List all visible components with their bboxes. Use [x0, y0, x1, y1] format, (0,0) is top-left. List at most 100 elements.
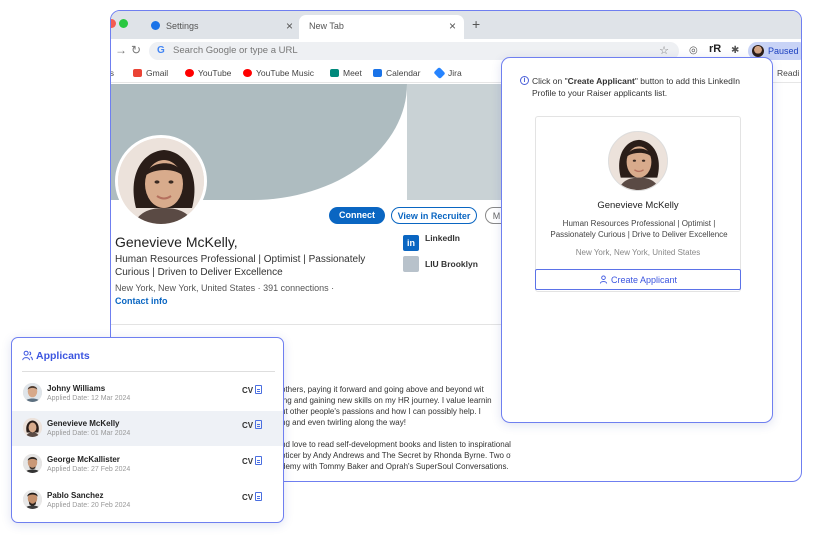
applicants-divider	[22, 371, 275, 372]
applicant-name: Pablo Sanchez	[47, 491, 104, 500]
bookmark-star-icon[interactable]: ☆	[659, 44, 669, 57]
cv-label: CV	[242, 421, 254, 430]
profile-connections[interactable]: 391 connections	[263, 283, 329, 293]
applicant-avatar	[23, 418, 42, 437]
card-name: Genevieve McKelly	[597, 200, 679, 211]
applicant-name: Genevieve McKelly	[47, 419, 120, 428]
profile-location-line: New York, New York, United States · 391 …	[115, 283, 334, 293]
separator: ·	[331, 283, 335, 293]
tab-label: New Tab	[309, 21, 344, 31]
about-text-line: others, paying it forward and going abov…	[281, 385, 484, 394]
about-text-line: ing and gaining new skills on my HR jour…	[281, 396, 492, 405]
raiser-extension-popup: i Click on "Create Applicant" button to …	[501, 57, 773, 423]
school-logo-icon	[403, 256, 419, 272]
about-text-line: demy with Tommy Baker and Oprah's SuperS…	[281, 462, 509, 471]
card-headline: Human Resources Professional | Optimist …	[550, 219, 728, 239]
document-icon[interactable]	[255, 456, 262, 465]
youtube-icon	[185, 69, 194, 77]
forward-arrow-icon[interactable]: →	[115, 43, 127, 57]
profile-status: Paused	[768, 46, 799, 56]
youtube-music-icon	[243, 69, 252, 77]
create-applicant-button[interactable]: Create Applicant	[535, 269, 741, 290]
profile-location: New York, New York, United States	[115, 283, 256, 293]
about-text-line: ut other people's passions and how I can…	[281, 407, 481, 416]
maximize-window-dot[interactable]	[119, 19, 128, 28]
create-applicant-label: Create Applicant	[610, 275, 678, 285]
man-portrait-icon	[23, 454, 42, 473]
info-bold: Create Applicant	[567, 76, 635, 86]
applicant-avatar	[23, 454, 42, 473]
contact-info-link[interactable]: Contact info	[115, 296, 168, 306]
users-icon	[22, 350, 33, 361]
applicant-row-selected[interactable]: Genevieve McKelly Applied Date: 01 Mar 2…	[12, 411, 283, 446]
raiser-extension-icon[interactable]: rR	[709, 43, 721, 55]
document-icon[interactable]	[255, 385, 262, 394]
info-icon: i	[520, 76, 529, 85]
applicant-avatar	[23, 383, 42, 402]
cv-label: CV	[242, 493, 254, 502]
bookmark-youtube[interactable]: YouTube	[185, 68, 231, 78]
close-window-dot[interactable]	[111, 19, 116, 28]
cv-label: CV	[242, 457, 254, 466]
profile-preview-card: Genevieve McKelly Human Resources Profes…	[535, 116, 741, 292]
close-tab-icon[interactable]: ×	[449, 19, 456, 33]
bookmark-gmail[interactable]: Gmail	[133, 68, 168, 78]
about-text-line: nd love to read self-development books a…	[281, 440, 511, 449]
applied-date: Applied Date: 27 Feb 2024	[47, 466, 131, 473]
reload-icon[interactable]: ↻	[131, 43, 141, 57]
profile-cover-image-right	[407, 84, 507, 200]
about-text-line: ng and even twirling along the way!	[281, 418, 406, 427]
cv-label: CV	[242, 386, 254, 395]
gear-icon	[151, 21, 160, 30]
applicant-name: George McKallister	[47, 455, 120, 464]
tab-settings[interactable]: Settings ×	[141, 15, 301, 39]
woman-portrait-icon	[118, 138, 204, 224]
about-text-line: oticer by Andy Andrews and The Secret by…	[281, 451, 511, 460]
close-tab-icon[interactable]: ×	[286, 19, 293, 33]
jira-icon	[433, 66, 446, 80]
bookmark-meet[interactable]: Meet	[330, 68, 362, 78]
woman-portrait-icon	[609, 132, 667, 190]
puzzle-icon[interactable]: ✱	[731, 45, 739, 56]
man-portrait-icon	[23, 490, 42, 509]
gmail-icon	[133, 69, 142, 77]
profile-avatar	[752, 45, 764, 57]
google-icon: G	[157, 45, 165, 56]
meet-icon	[330, 69, 339, 77]
org-linkedin[interactable]: in LinkedIn	[403, 233, 460, 251]
profile-photo[interactable]	[115, 135, 207, 227]
bookmark-youtube-music[interactable]: YouTube Music	[243, 68, 314, 78]
bookmark-apps[interactable]: ps	[111, 68, 114, 78]
applicant-name: Johny Williams	[47, 384, 106, 393]
address-placeholder: Search Google or type a URL	[173, 45, 298, 56]
applicant-row[interactable]: Johny Williams Applied Date: 12 Mar 2024…	[12, 376, 283, 411]
document-icon[interactable]	[255, 492, 262, 501]
linkedin-logo-icon: in	[403, 235, 419, 251]
bookmark-calendar[interactable]: Calendar	[373, 68, 421, 78]
applicants-panel: Applicants Johny Williams Applied Date: …	[11, 337, 284, 523]
profile-name: Genevieve McKelly,	[115, 234, 238, 250]
applicant-avatar	[23, 490, 42, 509]
connect-button[interactable]: Connect	[329, 207, 385, 224]
tab-new-tab[interactable]: New Tab ×	[299, 15, 464, 39]
applicant-row[interactable]: George McKallister Applied Date: 27 Feb …	[12, 447, 283, 482]
applied-date: Applied Date: 20 Feb 2024	[47, 502, 131, 509]
extension-icon[interactable]: ◎	[689, 45, 698, 56]
tab-strip: Settings × New Tab × +	[111, 11, 801, 39]
info-message: i Click on "Create Applicant" button to …	[520, 75, 760, 99]
info-text: Click on "Create Applicant" button to ad…	[520, 75, 760, 99]
new-tab-plus-icon[interactable]: +	[472, 16, 480, 32]
bookmark-jira[interactable]: Jira	[433, 66, 462, 80]
view-in-recruiter-button[interactable]: View in Recruiter	[391, 207, 477, 224]
profile-headline: Human Resources Professional | Optimist …	[115, 254, 366, 278]
applicants-title: Applicants	[36, 350, 90, 362]
tab-label: Settings	[166, 21, 199, 31]
applicant-row[interactable]: Pablo Sanchez Applied Date: 20 Feb 2024 …	[12, 483, 283, 518]
document-icon[interactable]	[255, 420, 262, 429]
section-divider	[111, 324, 511, 325]
org-liu-brooklyn[interactable]: LIU Brooklyn	[403, 256, 478, 272]
card-avatar	[608, 131, 668, 191]
woman-portrait-icon	[23, 418, 42, 437]
calendar-icon	[373, 69, 382, 77]
bookmark-reading-list[interactable]: Readi	[777, 68, 799, 78]
